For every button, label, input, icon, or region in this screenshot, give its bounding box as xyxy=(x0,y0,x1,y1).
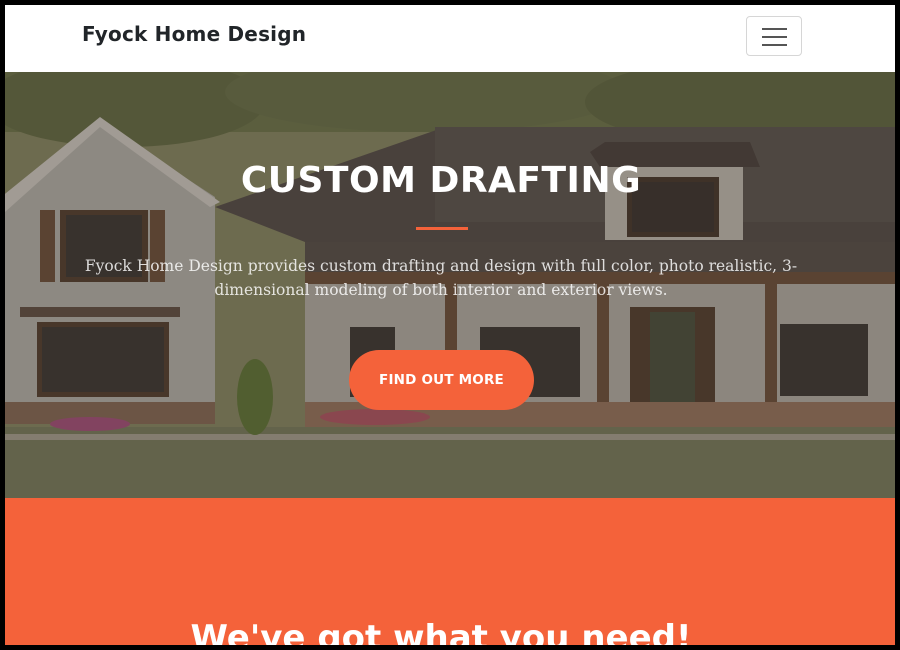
navbar: Fyock Home Design xyxy=(5,5,895,72)
hero-description: Fyock Home Design provides custom drafti… xyxy=(84,257,798,299)
hamburger-menu-icon xyxy=(762,28,787,30)
brand-link[interactable]: Fyock Home Design xyxy=(82,22,306,46)
hero-title: CUSTOM DRAFTING xyxy=(240,160,642,201)
find-out-more-button[interactable]: Find Out More xyxy=(349,350,534,410)
about-section: We've got what you need! xyxy=(5,498,895,645)
about-title: We've got what you need! xyxy=(190,618,692,645)
hamburger-menu-icon-bar xyxy=(762,36,787,38)
hero-divider xyxy=(416,227,468,230)
page-frame: Fyock Home Design CUSTOM DRAFTING Fyock … xyxy=(5,5,895,645)
hamburger-menu-icon-bar xyxy=(762,44,787,46)
hero-section: CUSTOM DRAFTING Fyock Home Design provid… xyxy=(5,72,895,498)
navbar-toggle-button[interactable] xyxy=(746,16,802,56)
